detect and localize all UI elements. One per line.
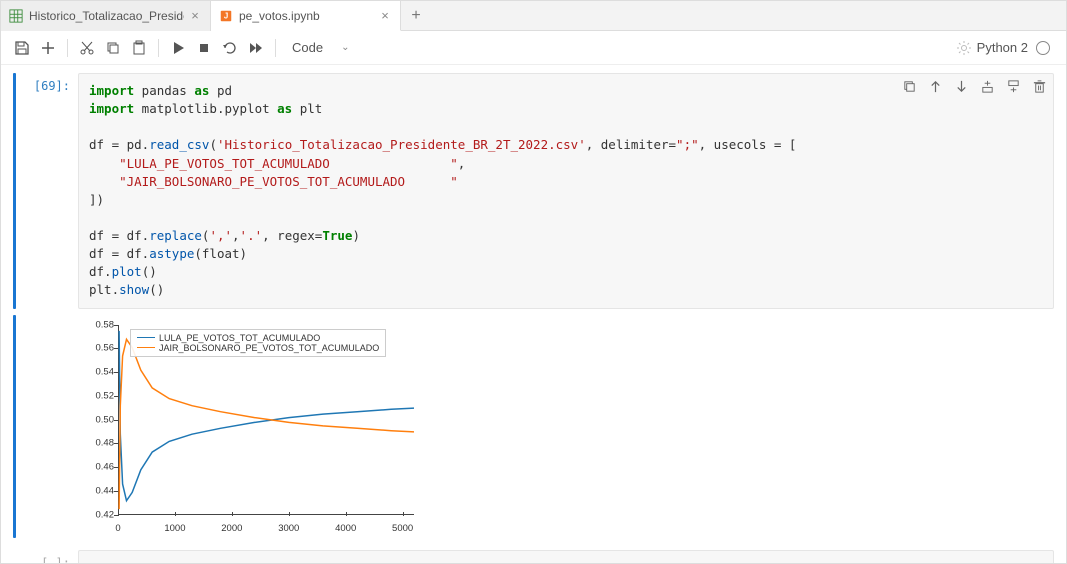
move-down-button[interactable] [953,78,969,94]
stop-button[interactable] [191,35,217,61]
tab-pe-votos[interactable]: J pe_votos.ipynb × [211,1,401,31]
tab-historico[interactable]: Historico_Totalizacao_Preside × [1,1,211,31]
x-tick-label: 3000 [278,523,299,534]
insert-below-button[interactable] [1005,78,1021,94]
tab-label: pe_votos.ipynb [239,9,374,23]
insert-above-button[interactable] [979,78,995,94]
duplicate-cell-button[interactable] [901,78,917,94]
x-tick-label: 5000 [392,523,413,534]
cell-prompt: [ ]: [20,550,78,564]
notebook-icon: J [219,9,233,23]
kernel-name: Python 2 [977,40,1028,55]
code-input[interactable]: import pandas as pd import matplotlib.py… [78,73,1054,309]
settings-button[interactable] [951,35,977,61]
legend-label: JAIR_BOLSONARO_PE_VOTOS_TOT_ACUMULADO [159,343,379,353]
code-text: import pandas as pd import matplotlib.py… [89,82,1043,300]
legend-label: LULA_PE_VOTOS_TOT_ACUMULADO [159,333,320,343]
toolbar: Code ⌄ Python 2 [1,31,1066,65]
kernel-status-icon [1036,41,1050,55]
cut-button[interactable] [74,35,100,61]
close-icon[interactable]: × [188,9,202,23]
y-tick-label: 0.42 [84,509,114,520]
y-tick-label: 0.44 [84,485,114,496]
svg-text:J: J [224,11,228,20]
tab-label: Historico_Totalizacao_Preside [29,9,184,23]
code-cell[interactable]: [ ]: [13,550,1054,564]
y-tick-label: 0.52 [84,390,114,401]
copy-button[interactable] [100,35,126,61]
spreadsheet-icon [9,9,23,23]
y-tick-label: 0.58 [84,319,114,330]
cell-type-select[interactable]: Code ⌄ [282,40,359,55]
y-tick-label: 0.56 [84,343,114,354]
x-tick-label: 4000 [335,523,356,534]
cell-output: LULA_PE_VOTOS_TOT_ACUMULADO JAIR_BOLSONA… [13,315,1054,538]
notebook-area[interactable]: [69]: import pandas as pd import matplot… [1,65,1066,563]
cell-type-label: Code [292,40,323,55]
cell-toolbar [901,78,1047,94]
move-up-button[interactable] [927,78,943,94]
code-input[interactable] [78,550,1054,564]
chevron-down-icon: ⌄ [341,42,349,53]
output-select-bar [13,315,16,538]
delete-cell-button[interactable] [1031,78,1047,94]
save-button[interactable] [9,35,35,61]
cell-prompt: [69]: [20,73,78,309]
y-tick-label: 0.50 [84,414,114,425]
close-icon[interactable]: × [378,9,392,23]
add-tab-button[interactable]: + [401,7,431,25]
chart-legend: LULA_PE_VOTOS_TOT_ACUMULADO JAIR_BOLSONA… [130,329,386,357]
y-tick-label: 0.54 [84,367,114,378]
restart-button[interactable] [217,35,243,61]
run-all-button[interactable] [243,35,269,61]
x-tick-label: 1000 [164,523,185,534]
x-tick-label: 0 [115,523,120,534]
insert-cell-button[interactable] [35,35,61,61]
kernel-indicator[interactable]: Python 2 [977,40,1058,55]
y-tick-label: 0.48 [84,438,114,449]
cell-select-bar [13,73,16,309]
output-chart: LULA_PE_VOTOS_TOT_ACUMULADO JAIR_BOLSONA… [78,315,423,538]
paste-button[interactable] [126,35,152,61]
x-tick-label: 2000 [221,523,242,534]
run-button[interactable] [165,35,191,61]
code-cell[interactable]: [69]: import pandas as pd import matplot… [13,73,1054,309]
y-tick-label: 0.46 [84,462,114,473]
tab-bar: Historico_Totalizacao_Preside × J pe_vot… [1,1,1066,31]
